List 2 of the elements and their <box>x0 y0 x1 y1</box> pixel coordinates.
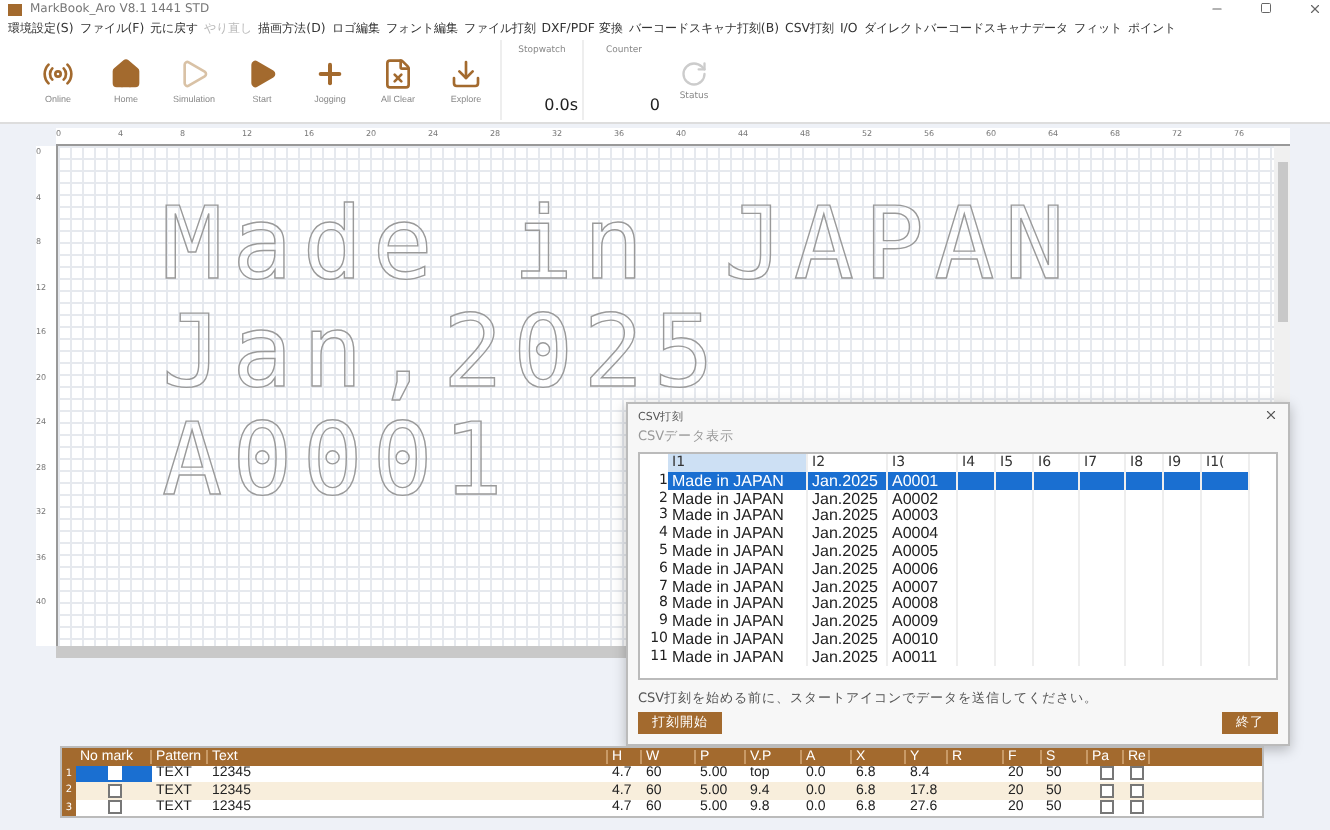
counter-value: 0 <box>649 96 660 114</box>
stopwatch-value: 0.0s <box>544 96 578 114</box>
